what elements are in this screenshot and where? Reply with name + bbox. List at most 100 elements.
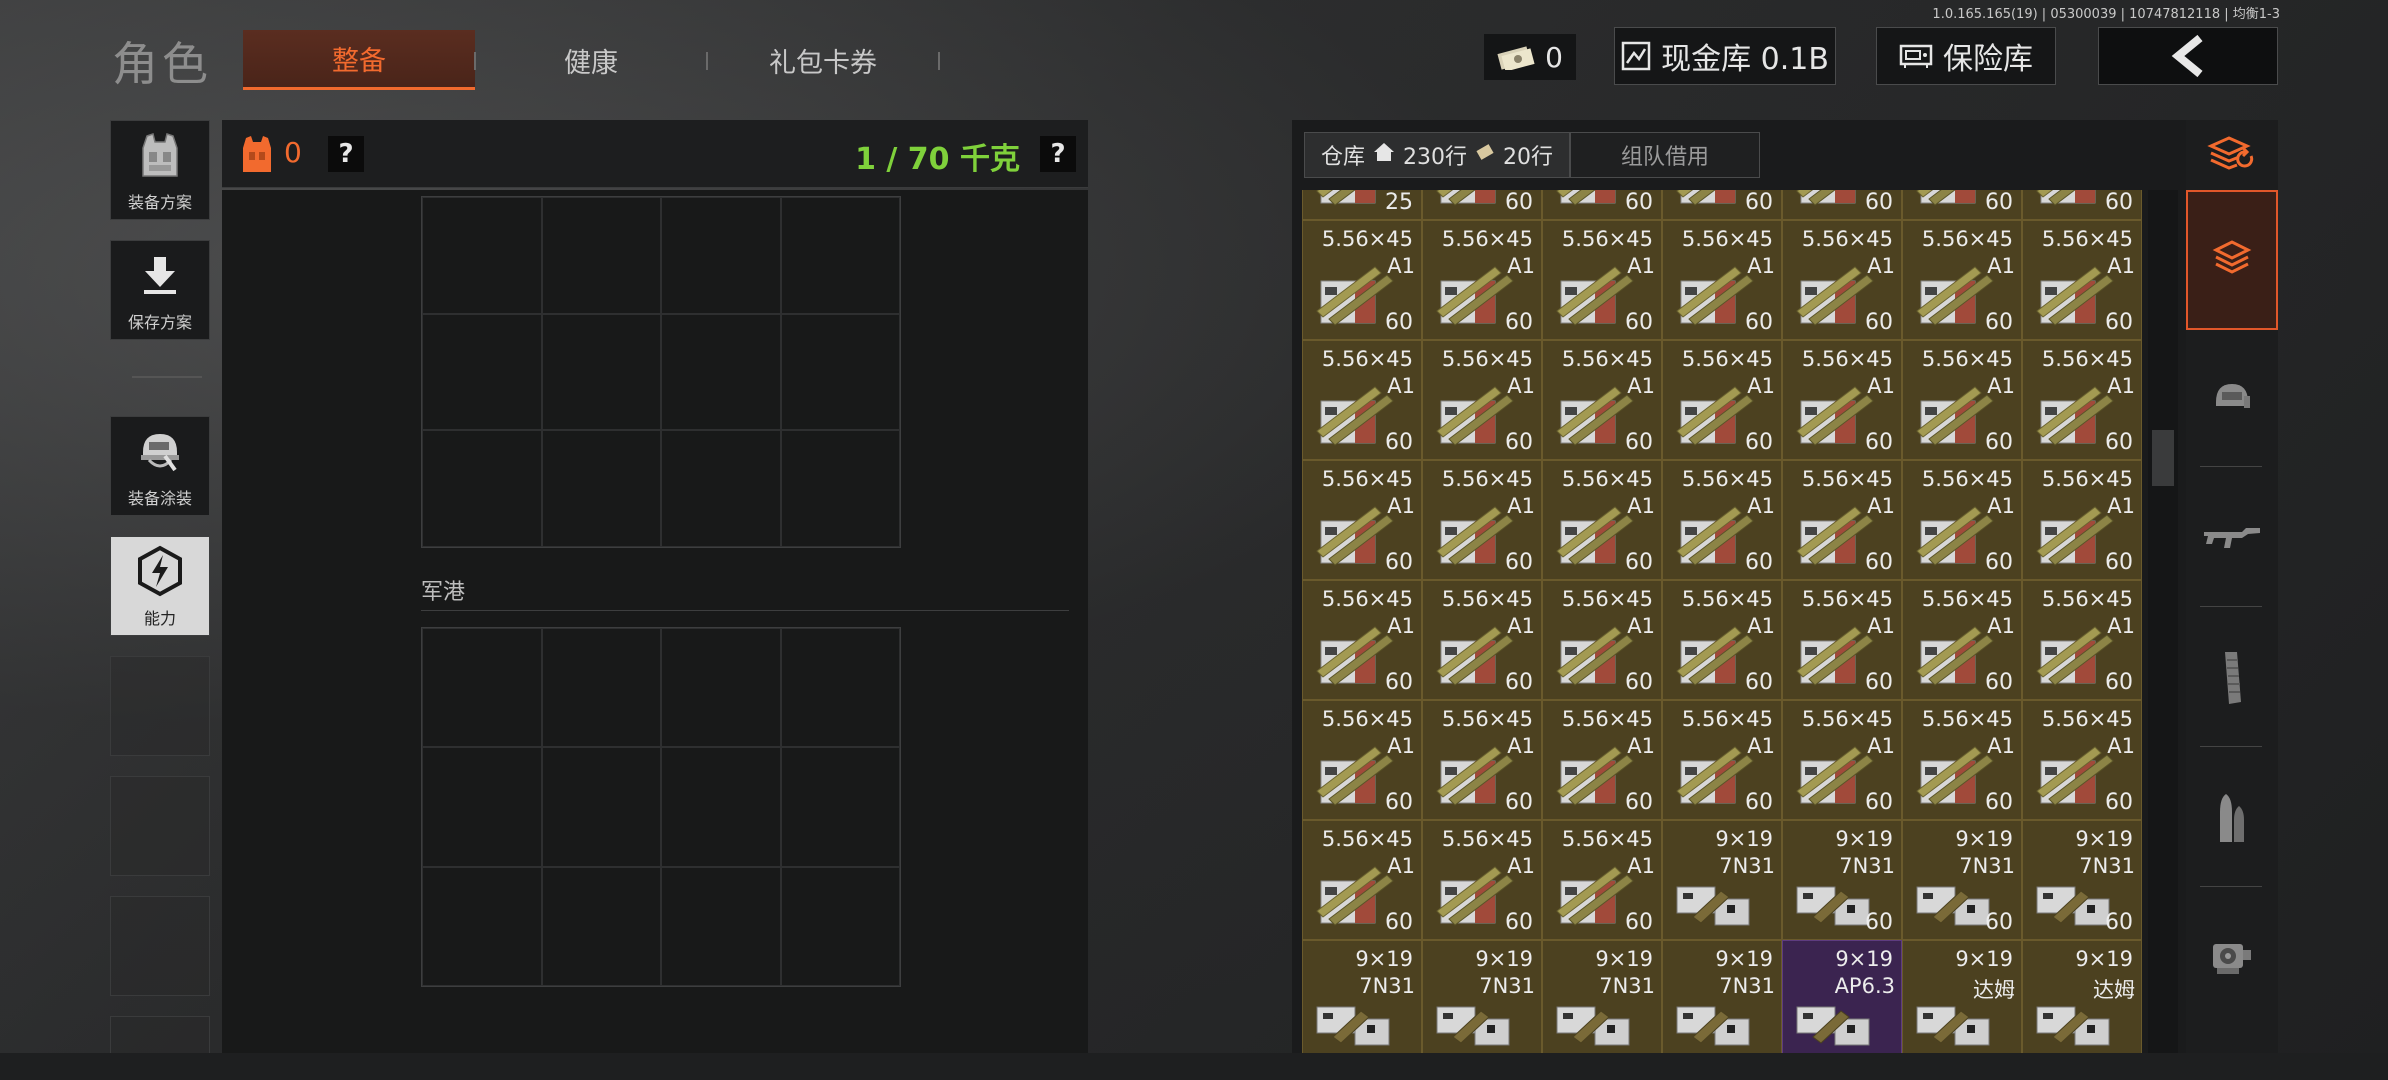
- ammo-item[interactable]: 5.56×45 A1 60: [1542, 820, 1662, 940]
- ammo-item[interactable]: 5.56×45 A1 60: [1302, 340, 1422, 460]
- ammo-item[interactable]: 5.56×45 A1 60: [1782, 220, 1902, 340]
- container-grid[interactable]: [421, 196, 901, 548]
- ammo-item[interactable]: 9×19 达姆: [1902, 940, 2022, 1055]
- ammo-item[interactable]: 60: [2022, 190, 2142, 220]
- category-magazine[interactable]: [2186, 610, 2278, 750]
- storage-scrollbar[interactable]: [2148, 190, 2178, 1055]
- ammo-item[interactable]: 5.56×45 A1 60: [1422, 460, 1542, 580]
- grid-slot[interactable]: [541, 866, 661, 986]
- ammo-item[interactable]: 5.56×45 A1 60: [1422, 340, 1542, 460]
- grid-slot[interactable]: [661, 430, 781, 547]
- ammo-item[interactable]: 5.56×45 A1 60: [1902, 460, 2022, 580]
- ammo-item[interactable]: 5.56×45 A1 60: [2022, 460, 2142, 580]
- grid-slot[interactable]: [422, 628, 542, 748]
- weight-help-button[interactable]: ?: [1040, 136, 1076, 172]
- ammo-item[interactable]: 5.56×45 A1 60: [2022, 340, 2142, 460]
- grid-slot[interactable]: [661, 866, 781, 986]
- ammo-item[interactable]: 9×19 7N31 60: [1902, 820, 2022, 940]
- vault-button[interactable]: 现金库 0.1B: [1614, 27, 1836, 85]
- ammo-item[interactable]: 5.56×45 A1 60: [1542, 580, 1662, 700]
- ammo-item[interactable]: 5.56×45 A1 60: [1422, 580, 1542, 700]
- ammo-item[interactable]: 60: [1422, 190, 1542, 220]
- ammo-item[interactable]: 5.56×45 A1 60: [1302, 580, 1422, 700]
- tab-team-borrow[interactable]: 组队借用: [1570, 132, 1761, 178]
- ammo-item[interactable]: 9×19 AP6.3: [1782, 940, 1902, 1055]
- category-all[interactable]: [2186, 190, 2278, 330]
- ammo-item[interactable]: 5.56×45 A1 60: [1662, 340, 1782, 460]
- grid-slot[interactable]: [422, 430, 542, 547]
- category-refresh[interactable]: [2186, 120, 2278, 192]
- safe-button[interactable]: 保险库: [1876, 27, 2056, 85]
- ammo-item[interactable]: 5.56×45 A1 60: [1422, 700, 1542, 820]
- ammo-item[interactable]: 5.56×45 A1 60: [1422, 820, 1542, 940]
- grid-slot[interactable]: [661, 628, 781, 748]
- ammo-item[interactable]: 9×19 7N31 60: [1782, 820, 1902, 940]
- ammo-item[interactable]: 5.56×45 A1 60: [1782, 580, 1902, 700]
- empty-slot[interactable]: [110, 776, 210, 876]
- empty-slot[interactable]: [110, 656, 210, 756]
- category-attachment[interactable]: [2186, 890, 2278, 1030]
- ammo-item[interactable]: 5.56×45 A1 60: [1542, 460, 1662, 580]
- ammo-item[interactable]: 60: [1542, 190, 1662, 220]
- grid-slot[interactable]: [422, 197, 542, 314]
- empty-slot[interactable]: [110, 1016, 210, 1056]
- grid-slot[interactable]: [541, 313, 661, 431]
- ammo-item[interactable]: 9×19 7N31 60: [2022, 820, 2142, 940]
- equipment-skin-button[interactable]: 装备涂装: [110, 416, 210, 516]
- grid-slot[interactable]: [780, 866, 900, 986]
- ammo-item[interactable]: 5.56×45 A1 60: [1302, 460, 1422, 580]
- ammo-item[interactable]: 5.56×45 A1 60: [1302, 700, 1422, 820]
- tab-equip[interactable]: 整备: [243, 30, 475, 90]
- ammo-item[interactable]: 60: [1902, 190, 2022, 220]
- tab-warehouse[interactable]: 仓库 230行 20行: [1304, 132, 1571, 178]
- ammo-item[interactable]: 5.56×45 A1 60: [2022, 700, 2142, 820]
- grid-slot[interactable]: [780, 430, 900, 547]
- scrollbar-thumb[interactable]: [2152, 430, 2174, 486]
- ammo-item[interactable]: 60: [1662, 190, 1782, 220]
- ammo-item[interactable]: 5.56×45 A1 60: [1542, 220, 1662, 340]
- grid-slot[interactable]: [780, 747, 900, 867]
- grid-slot[interactable]: [780, 628, 900, 748]
- ammo-item[interactable]: 5.56×45 A1 60: [1302, 220, 1422, 340]
- ammo-item[interactable]: 5.56×45 A1 60: [1782, 700, 1902, 820]
- grid-slot[interactable]: [422, 313, 542, 431]
- grid-slot[interactable]: [422, 747, 542, 867]
- ammo-item[interactable]: 5.56×45 A1 60: [1782, 460, 1902, 580]
- back-button[interactable]: [2098, 27, 2278, 85]
- loadout-plan-button[interactable]: 装备方案: [110, 120, 210, 220]
- grid-slot[interactable]: [541, 197, 661, 314]
- ammo-item[interactable]: 5.56×45 A1 60: [1662, 220, 1782, 340]
- ammo-item[interactable]: 5.56×45 A1 60: [1422, 220, 1542, 340]
- ammo-item[interactable]: 5.56×45 A1 60: [1902, 220, 2022, 340]
- tab-gift[interactable]: 礼包卡券: [707, 30, 939, 90]
- save-plan-button[interactable]: 保存方案: [110, 240, 210, 340]
- grid-slot[interactable]: [661, 313, 781, 431]
- ammo-item[interactable]: 5.56×45 A1 60: [1662, 700, 1782, 820]
- ammo-item[interactable]: 5.56×45 A1 60: [1542, 340, 1662, 460]
- empty-slot[interactable]: [110, 896, 210, 996]
- grid-slot[interactable]: [780, 197, 900, 314]
- ammo-item[interactable]: 9×19 7N31: [1662, 820, 1782, 940]
- ammo-item[interactable]: 9×19 7N31: [1662, 940, 1782, 1055]
- ammo-item[interactable]: 5.56×45 A1 60: [2022, 580, 2142, 700]
- category-helmet[interactable]: [2186, 330, 2278, 470]
- grid-slot[interactable]: [541, 628, 661, 748]
- ammo-item[interactable]: 5.56×45 A1 60: [1902, 700, 2022, 820]
- grid-slot[interactable]: [541, 430, 661, 547]
- grid-slot[interactable]: [780, 313, 900, 431]
- category-ammo[interactable]: [2186, 750, 2278, 890]
- grid-slot[interactable]: [661, 747, 781, 867]
- grid-slot[interactable]: [541, 747, 661, 867]
- ability-button[interactable]: 能力: [110, 536, 210, 636]
- ammo-item[interactable]: 5.56×45 A1 60: [1542, 700, 1662, 820]
- ammo-item[interactable]: 5.56×45 A1 60: [1662, 580, 1782, 700]
- ammo-item[interactable]: 5.56×45 A1 60: [2022, 220, 2142, 340]
- grid-slot[interactable]: [422, 866, 542, 986]
- armor-help-button[interactable]: ?: [328, 136, 364, 172]
- grid-slot[interactable]: [661, 197, 781, 314]
- ammo-item[interactable]: 5.56×45 A1 60: [1662, 460, 1782, 580]
- category-weapon[interactable]: [2186, 470, 2278, 610]
- container-grid[interactable]: [421, 627, 901, 987]
- storage-grid[interactable]: 25 60 60 60 60 60 60 5.56×45 A1 60 5.56×45 A1 60 5.56…: [1302, 190, 2142, 1055]
- ammo-item[interactable]: 5.56×45 A1 60: [1902, 580, 2022, 700]
